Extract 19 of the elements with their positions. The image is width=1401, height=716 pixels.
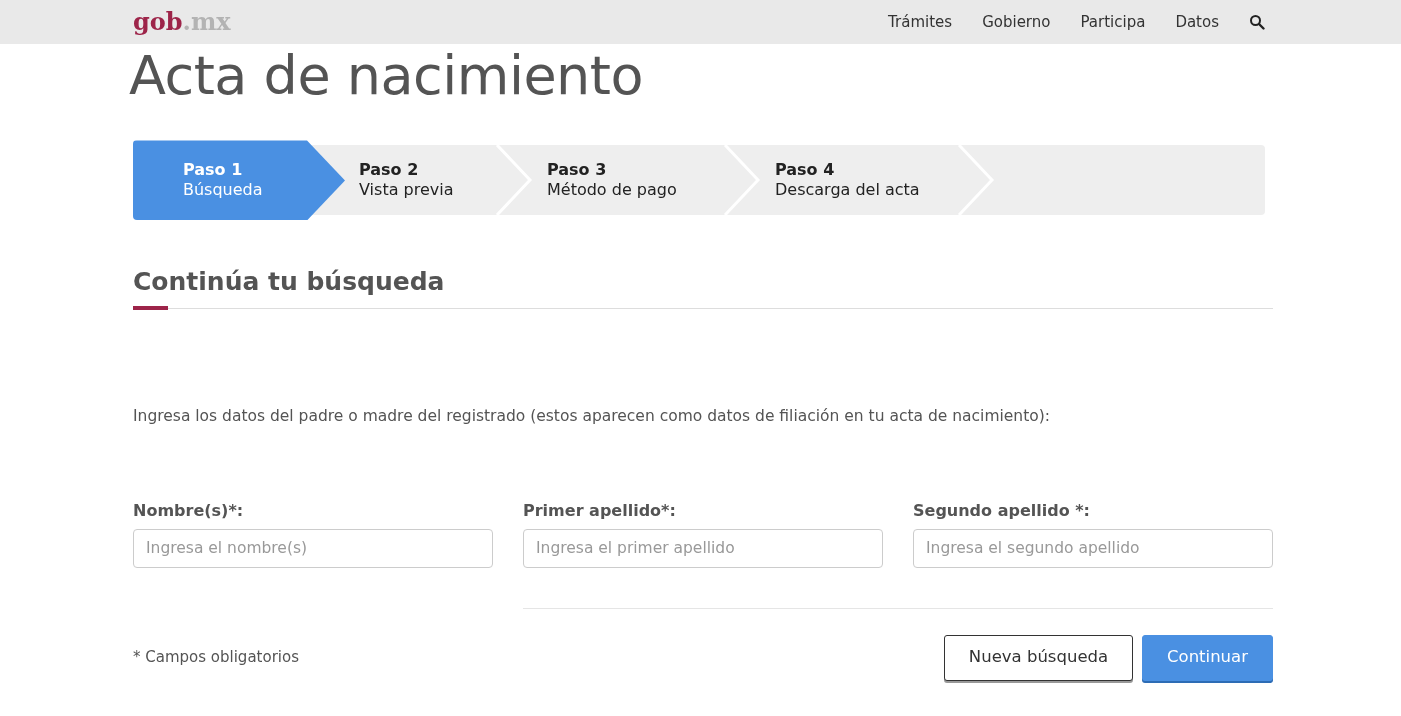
required-note: * Campos obligatorios	[133, 647, 299, 669]
heading-accent-bar	[133, 306, 168, 311]
section-heading: Continúa tu búsqueda	[133, 267, 446, 298]
nav-link[interactable]: Participa	[1080, 10, 1146, 34]
new-search-button[interactable]: Nueva búsqueda	[944, 634, 1133, 681]
input-field[interactable]: Ingresa el primer apellido	[523, 528, 883, 568]
input-field[interactable]: Ingresa el nombre(s)	[133, 528, 493, 568]
field-label: Nombre(s)*:	[133, 499, 245, 522]
progress-step[interactable]: Paso 4 Descarga del acta	[761, 145, 957, 216]
instructions-text: Ingresa los datos del padre o madre del registrado (estos aparecen como datos de filiación en tu acta de nacimiento):	[133, 406, 1051, 428]
field-label: Segundo apellido *:	[913, 499, 1091, 522]
field-label: Primer apellido*:	[523, 499, 677, 522]
nav-link[interactable]: Gobierno	[982, 10, 1051, 34]
progress-step[interactable]: Paso 3 Método de pago	[533, 145, 723, 216]
nav-link[interactable]: Datos	[1175, 10, 1219, 34]
page-title: Acta de nacimiento	[129, 46, 645, 106]
input-field[interactable]: Ingresa el segundo apellido	[913, 528, 1273, 568]
search-icon[interactable]	[1249, 14, 1265, 30]
nav-link[interactable]: Trámites	[888, 10, 953, 34]
